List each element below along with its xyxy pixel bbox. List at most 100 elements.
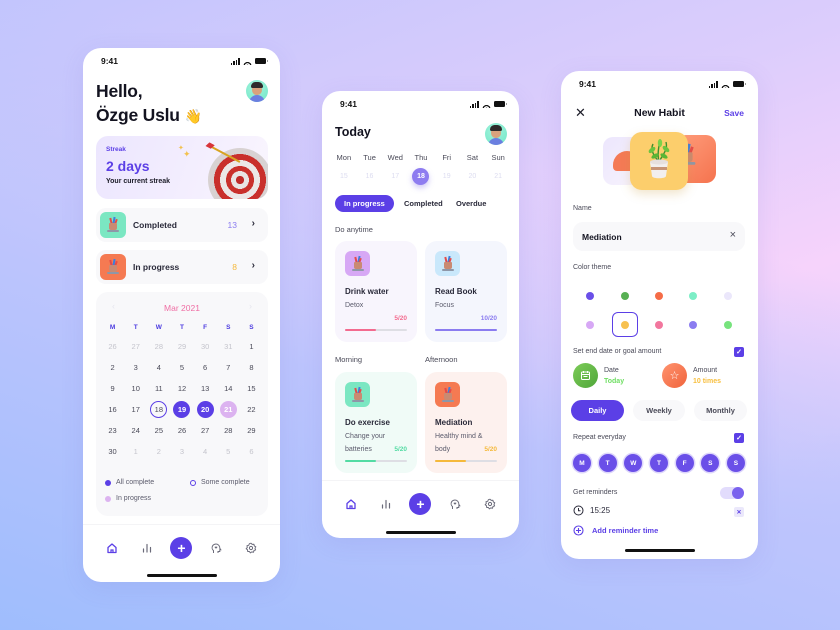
week-day[interactable]: 21 <box>485 166 511 186</box>
week-day[interactable]: 19 <box>434 166 460 186</box>
tab-mind[interactable] <box>444 493 466 515</box>
calendar-day[interactable]: 23 <box>101 420 124 441</box>
streak-card[interactable]: Streak 2 days Your current streak ✦ ✦ <box>96 136 268 199</box>
calendar-day[interactable]: 28 <box>217 420 240 441</box>
repeat-day-toggle[interactable]: S <box>726 454 745 472</box>
calendar-day[interactable]: 5 <box>170 357 193 378</box>
avatar[interactable] <box>246 80 268 102</box>
repeat-day-toggle[interactable]: T <box>649 454 668 472</box>
repeat-day-toggle[interactable]: S <box>701 454 720 472</box>
calendar-day[interactable]: 12 <box>170 378 193 399</box>
frequency-daily[interactable]: Daily <box>571 400 624 421</box>
add-reminder-button[interactable]: Add reminder time <box>573 525 658 536</box>
week-day[interactable]: 17 <box>382 166 408 186</box>
calendar-day[interactable]: 1 <box>240 336 263 357</box>
habit-card[interactable]: Mediation Healthy mind & body 5/20 <box>425 372 507 473</box>
calendar-day[interactable]: 25 <box>147 420 170 441</box>
icon-option-plant-selected[interactable] <box>630 132 688 190</box>
calendar-day[interactable]: 8 <box>240 357 263 378</box>
name-input[interactable]: Mediation × <box>573 222 745 251</box>
color-swatch[interactable] <box>711 283 745 308</box>
remove-reminder-button[interactable]: ✕ <box>734 507 744 517</box>
tab-settings[interactable] <box>240 537 262 559</box>
color-swatch[interactable] <box>676 283 710 308</box>
frequency-monthly[interactable]: Monthly <box>694 400 747 421</box>
calendar-day[interactable]: 18 <box>147 399 170 420</box>
reminders-toggle[interactable] <box>720 487 744 499</box>
calendar-day[interactable]: 31 <box>217 336 240 357</box>
color-swatch-selected[interactable] <box>611 312 638 337</box>
completed-row[interactable]: Completed 13 › <box>96 208 268 242</box>
repeat-day-toggle[interactable]: T <box>598 454 617 472</box>
reminder-time[interactable]: 15:25 <box>590 506 610 515</box>
habit-card[interactable]: Read Book Focus 10/20 <box>425 241 507 342</box>
calendar-day[interactable]: 29 <box>170 336 193 357</box>
color-swatch[interactable] <box>676 312 710 337</box>
goal-checkbox[interactable]: ✓ <box>734 347 744 357</box>
calendar-day[interactable]: 9 <box>101 378 124 399</box>
week-day[interactable]: 16 <box>357 166 383 186</box>
calendar-day[interactable]: 16 <box>101 399 124 420</box>
tab-stats[interactable] <box>375 493 397 515</box>
calendar-day[interactable]: 7 <box>217 357 240 378</box>
repeat-day-toggle[interactable]: M <box>573 454 591 472</box>
calendar-day[interactable]: 24 <box>124 420 147 441</box>
add-habit-button[interactable]: + <box>409 492 432 515</box>
filter-completed[interactable]: Completed <box>404 195 443 212</box>
calendar-day[interactable]: 30 <box>101 441 124 462</box>
calendar-day[interactable]: 6 <box>194 357 217 378</box>
tab-stats[interactable] <box>136 537 158 559</box>
repeat-day-toggle[interactable]: W <box>624 454 643 472</box>
amount-option[interactable]: ☆ Amount 10 times <box>662 363 721 388</box>
tab-home[interactable] <box>101 537 123 559</box>
calendar-day[interactable]: 22 <box>240 399 263 420</box>
calendar-day[interactable]: 26 <box>101 336 124 357</box>
calendar-day[interactable]: 30 <box>194 336 217 357</box>
color-swatch[interactable] <box>711 312 745 337</box>
calendar-day[interactable]: 3 <box>124 357 147 378</box>
tab-mind[interactable] <box>205 537 227 559</box>
color-swatch[interactable] <box>573 283 607 308</box>
filter-overdue[interactable]: Overdue <box>456 195 486 212</box>
calendar-day[interactable]: 19 <box>170 399 193 420</box>
save-button[interactable]: Save <box>724 108 744 118</box>
week-day-selected[interactable]: 18 <box>408 166 434 186</box>
calendar-day[interactable]: 2 <box>147 441 170 462</box>
calendar-day[interactable]: 10 <box>124 378 147 399</box>
calendar-day[interactable]: 21 <box>217 399 240 420</box>
tab-settings[interactable] <box>479 493 501 515</box>
habit-card[interactable]: Drink water Detox 5/20 <box>335 241 417 342</box>
avatar[interactable] <box>485 123 507 145</box>
color-swatch[interactable] <box>642 312 676 337</box>
calendar-day[interactable]: 29 <box>240 420 263 441</box>
calendar-day[interactable]: 2 <box>101 357 124 378</box>
calendar-day[interactable]: 11 <box>147 378 170 399</box>
filter-in-progress[interactable]: In progress <box>335 195 394 212</box>
calendar-day[interactable]: 28 <box>147 336 170 357</box>
next-month-icon[interactable]: › <box>249 301 252 311</box>
calendar-day[interactable]: 27 <box>194 420 217 441</box>
repeat-day-toggle[interactable]: F <box>675 454 694 472</box>
color-swatch[interactable] <box>642 283 676 308</box>
add-habit-button[interactable]: + <box>170 536 193 559</box>
clear-input-icon[interactable]: × <box>730 229 736 241</box>
calendar-day[interactable]: 13 <box>194 378 217 399</box>
calendar-day[interactable]: 6 <box>240 441 263 462</box>
calendar-day[interactable]: 1 <box>124 441 147 462</box>
color-swatch[interactable] <box>573 312 607 337</box>
repeat-checkbox[interactable]: ✓ <box>734 433 744 443</box>
color-swatch[interactable] <box>607 283 641 308</box>
calendar-day[interactable]: 4 <box>194 441 217 462</box>
calendar-day[interactable]: 15 <box>240 378 263 399</box>
calendar-day[interactable]: 17 <box>124 399 147 420</box>
tab-home[interactable] <box>340 493 362 515</box>
calendar-day[interactable]: 20 <box>194 399 217 420</box>
calendar-day[interactable]: 14 <box>217 378 240 399</box>
week-day[interactable]: 15 <box>331 166 357 186</box>
week-day[interactable]: 20 <box>460 166 486 186</box>
calendar-day[interactable]: 26 <box>170 420 193 441</box>
calendar-day[interactable]: 27 <box>124 336 147 357</box>
calendar-day[interactable]: 4 <box>147 357 170 378</box>
date-option[interactable]: Date Today <box>573 363 624 388</box>
in-progress-row[interactable]: In progress 8 › <box>96 250 268 284</box>
